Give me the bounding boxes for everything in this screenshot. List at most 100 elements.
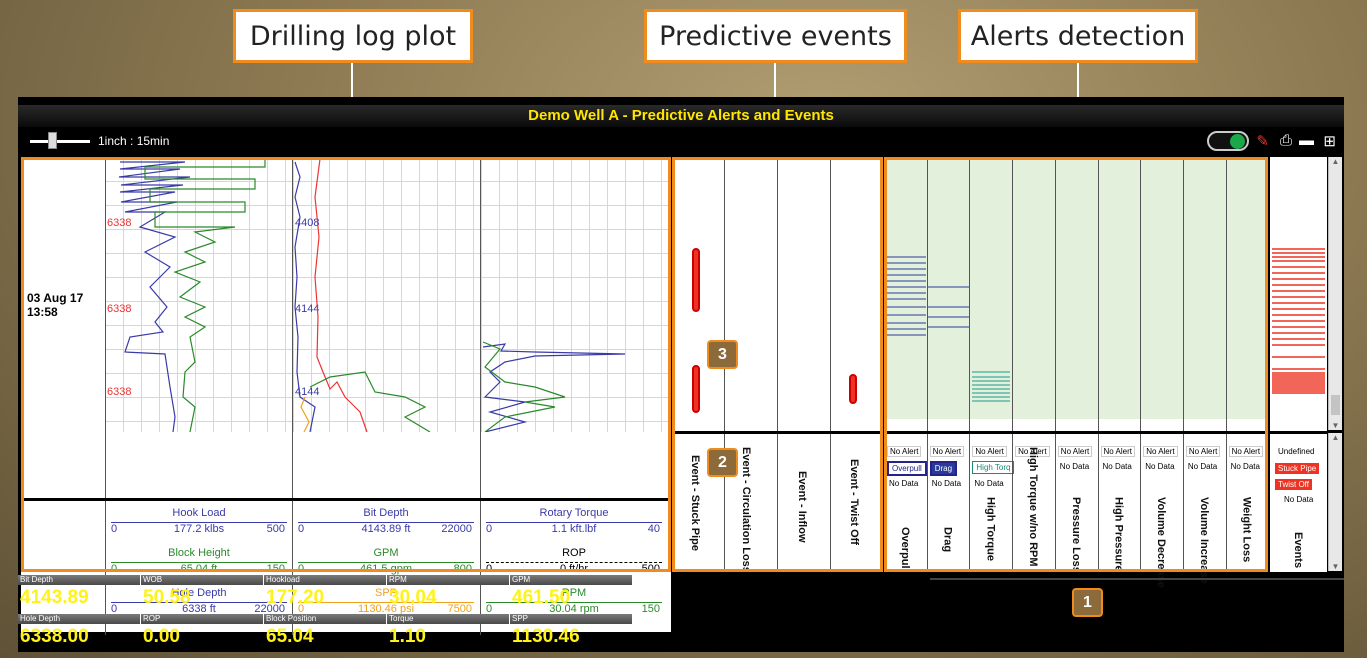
metric-label: WOB (141, 575, 263, 585)
callout-drilling-log: Drilling log plot (233, 9, 473, 63)
twist-off-chip[interactable]: Twist Off (1274, 478, 1313, 491)
callout-alerts-detection: Alerts detection (958, 9, 1198, 63)
events-undefined-label: Undefined (1278, 447, 1315, 456)
scrollbar-top[interactable]: ▲ ▼ (1328, 157, 1342, 430)
badge-3: 3 (707, 340, 738, 369)
twist-off-event-marker[interactable] (849, 374, 857, 404)
events-no-data: No Data (1284, 495, 1314, 504)
legend-name: Rotary Torque (539, 507, 609, 519)
event-circulation-loss-label: Event - Circulation Loss (740, 447, 752, 573)
alert-status: No Alert (929, 446, 965, 457)
metric-value: 6338.00 (20, 626, 89, 647)
stuck-pipe-chip[interactable]: Stuck Pipe (1274, 462, 1321, 475)
metric-label: Torque (387, 614, 509, 624)
legend-value: 65.04 ft (180, 563, 218, 575)
legend-values: 0 4143.89 ft 22000 (294, 523, 478, 537)
alert-no-data: No Data (931, 479, 962, 488)
torque-curve (482, 343, 626, 432)
alert-label-c8: Volume Increase (1197, 497, 1210, 584)
metric-value: 0.00 (143, 626, 180, 647)
alert-chip-c1[interactable]: Overpull (887, 461, 927, 476)
alert-status: No Alert (972, 446, 1007, 457)
gpm-curve (309, 371, 431, 432)
legend-entry: Hook Load 0 177.2 klbs 500 (107, 507, 291, 547)
legend-name: ROP (562, 547, 586, 559)
window-title: Demo Well A - Predictive Alerts and Even… (18, 105, 1344, 127)
alert-label-c5: Pressure Loss (1069, 497, 1082, 573)
alert-no-data: No Data (1187, 462, 1218, 471)
badge-1: 1 (1072, 588, 1103, 617)
alert-chip-c2[interactable]: Drag (929, 461, 958, 476)
spp-curve (314, 158, 368, 432)
alert-label-c4: High Torque w/no RPM (1027, 447, 1040, 567)
alerts-detection-panel: No Alert Overpull No Data Overpull No Alert D… (884, 157, 1268, 588)
scrollbar-bottom[interactable]: ▲ ▼ (1328, 433, 1342, 571)
zoom-label: 1inch : 15min (98, 134, 170, 148)
metric-value: 30.04 (389, 587, 437, 608)
timestamp-time: 13:58 (27, 305, 58, 319)
alert-status: No Alert (1057, 446, 1093, 457)
time-column: 03 Aug 17 13:58 (21, 157, 105, 432)
alert-label-c2: Drag (941, 527, 954, 553)
legend-value: 0 ft/hr (559, 563, 589, 575)
legend-entry: Rotary Torque 0 1.1 kft.lbf 40 (482, 507, 666, 547)
drilling-log-panel: 03 Aug 17 13:58 6338 6338 6338 4408 4144… (21, 157, 671, 635)
legend-name: Hook Load (172, 507, 226, 519)
legend-value: 1.1 kft.lbf (551, 523, 597, 535)
metric-label: Block Position (264, 614, 386, 624)
minimize-icon[interactable]: ▬ (1299, 132, 1314, 149)
pencil-icon[interactable]: ✎ (1256, 132, 1269, 150)
stuck-pipe-event-marker[interactable] (692, 365, 700, 413)
metric-label: Hole Depth (18, 614, 140, 624)
toolbar: 1inch : 15min ✎ ⎙ ▬ ⊞ (18, 129, 1344, 153)
metric-value: 50.58 (143, 587, 191, 608)
alert-chip-c3[interactable]: High Torq (972, 461, 1015, 474)
event-twist-off-label: Event - Twist Off (848, 459, 860, 545)
legend-max: 500 (266, 523, 285, 535)
metric-value: 1.10 (389, 626, 426, 647)
legend-name: GPM (373, 547, 399, 559)
printer-icon[interactable]: ⎙ (1280, 132, 1292, 149)
legend-name: Bit Depth (363, 507, 409, 519)
legend-max: 500 (641, 563, 660, 575)
alert-bars (887, 256, 1010, 402)
alert-status: No Alert (1228, 446, 1264, 457)
legend-values: 0 1.1 kft.lbf 40 (482, 523, 666, 537)
legend-value: 461.5 gpm (360, 563, 412, 575)
metric-value: 4143.89 (20, 587, 89, 608)
alert-label-c7: Volume Decrease (1155, 497, 1168, 588)
callout-predictive-events: Predictive events (644, 9, 907, 63)
table-icon[interactable]: ⊞ (1323, 132, 1336, 150)
stuck-pipe-event-marker[interactable] (692, 248, 700, 312)
alert-no-data: No Data (1102, 462, 1132, 471)
alert-status: No Alert (887, 446, 922, 457)
metric-label: Hookload (264, 575, 386, 585)
zoom-slider-handle[interactable] (48, 132, 57, 149)
alert-no-data: No Data (1230, 462, 1260, 471)
legend-max: 150 (266, 563, 285, 575)
bit-depth-curve (294, 161, 316, 432)
predictive-events-panel: Event - Stuck Pipe Event - Circulation L… (672, 157, 883, 573)
metric-label: Bit Depth (18, 575, 140, 585)
app-window: Demo Well A - Predictive Alerts and Even… (18, 97, 1344, 652)
events-summary-panel: Undefined Stuck Pipe Twist Off No Data E… (1270, 157, 1327, 572)
alert-status: No Alert (1185, 446, 1221, 457)
alert-label-c9: Weight Loss (1240, 497, 1253, 563)
metric-label: ROP (141, 614, 263, 624)
legend-value: 177.2 klbs (173, 523, 225, 535)
metrics-bar: Bit Depth 4143.89 WOB 50.58 Hookload 177.20… (18, 575, 638, 652)
legend-values: 0 177.2 klbs 500 (107, 523, 291, 537)
alert-status: No Alert (1143, 446, 1178, 457)
legend-max: 22000 (441, 523, 472, 535)
legend-entry: Bit Depth 0 4143.89 ft 22000 (294, 507, 478, 547)
alert-label-c1: Overpull (899, 527, 911, 572)
live-toggle[interactable] (1207, 131, 1249, 151)
legend-name: Block Height (168, 547, 230, 559)
metric-label: RPM (387, 575, 509, 585)
event-bars (1272, 248, 1325, 394)
metric-value: 177.20 (266, 587, 325, 608)
timestamp-date: 03 Aug 17 (27, 291, 84, 305)
events-label: Events (1292, 532, 1304, 569)
metric-value: 1130.46 (512, 626, 580, 647)
zoom-slider[interactable] (30, 140, 90, 143)
